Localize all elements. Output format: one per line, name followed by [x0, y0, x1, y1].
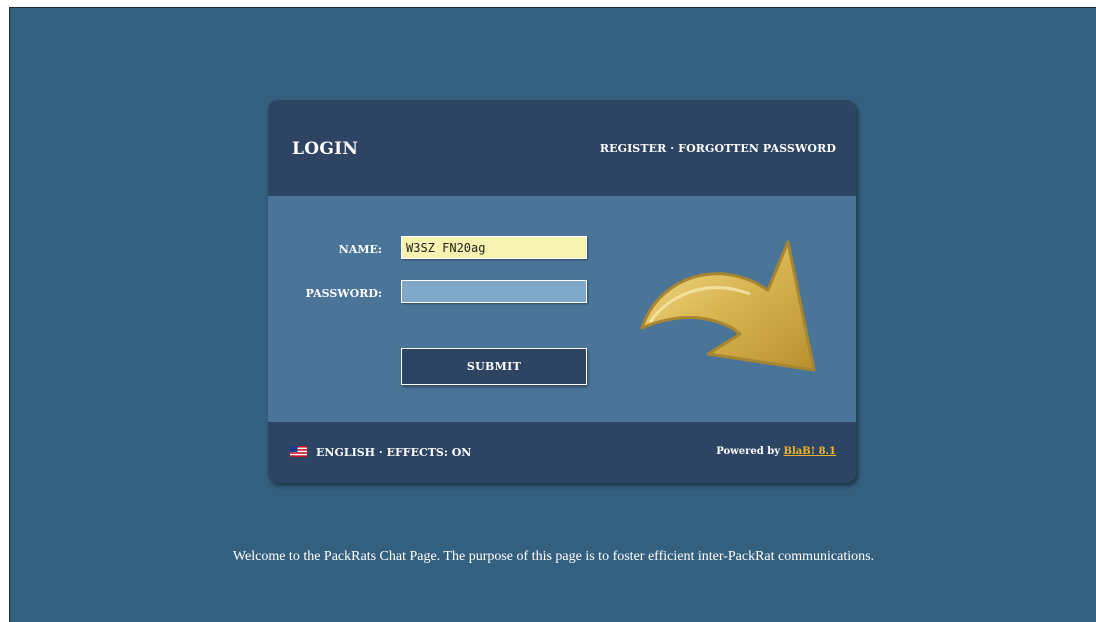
- login-panel: LOGIN REGISTER · FORGOTTEN PASSWORD NAME…: [268, 100, 856, 483]
- login-footer: ENGLISH · EFFECTS: ON Powered by BlaB! 8…: [268, 422, 856, 483]
- name-label: NAME:: [338, 243, 382, 256]
- password-input[interactable]: [401, 280, 587, 303]
- page-background: LOGIN REGISTER · FORGOTTEN PASSWORD NAME…: [9, 7, 1096, 622]
- register-link[interactable]: REGISTER: [600, 142, 667, 155]
- password-label: PASSWORD:: [305, 287, 382, 300]
- powered-by: Powered by BlaB! 8.1: [716, 446, 836, 457]
- welcome-message: Welcome to the PackRats Chat Page. The p…: [232, 549, 875, 564]
- effects-toggle[interactable]: EFFECTS: ON: [387, 446, 472, 459]
- us-flag-icon: [290, 446, 307, 457]
- login-header: LOGIN REGISTER · FORGOTTEN PASSWORD: [268, 100, 856, 196]
- header-links: REGISTER · FORGOTTEN PASSWORD: [600, 142, 836, 155]
- footer-separator: ·: [375, 446, 387, 459]
- submit-button[interactable]: SUBMIT: [401, 348, 587, 385]
- powered-by-text: Powered by: [716, 446, 784, 457]
- curved-arrow-icon: [640, 240, 816, 372]
- footer-settings: ENGLISH · EFFECTS: ON: [316, 446, 471, 459]
- name-input[interactable]: [401, 236, 587, 259]
- login-title: LOGIN: [292, 139, 359, 159]
- header-link-separator: ·: [666, 142, 679, 155]
- forgotten-password-link[interactable]: FORGOTTEN PASSWORD: [678, 142, 836, 155]
- blab-product-link[interactable]: BlaB! 8.1: [784, 446, 836, 457]
- language-link[interactable]: ENGLISH: [316, 446, 375, 459]
- login-form: NAME: PASSWORD: SUBMIT: [268, 196, 856, 422]
